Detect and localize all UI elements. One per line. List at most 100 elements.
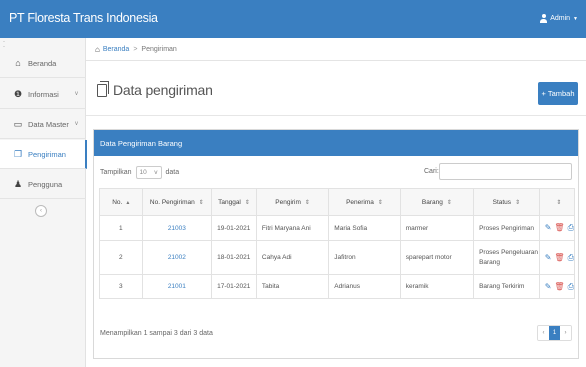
sidebar-collapse-button[interactable]: ‹: [35, 205, 47, 217]
cell-barang: sparepart motor: [399, 240, 475, 275]
cell-barang: marmer: [399, 215, 475, 241]
cell-no-pengiriman: 21001: [141, 274, 213, 299]
info-icon: ❶: [13, 88, 23, 99]
home-icon: ⌂: [95, 44, 100, 54]
add-button-label: Tambah: [547, 89, 575, 98]
caret-down-icon: ▼: [573, 15, 578, 22]
sidebar: · · ⌂ Beranda ❶ Informasi v ▭ Data Master…: [0, 38, 87, 367]
cell-pengirim: Cahya Adi: [255, 240, 330, 275]
page-title-text: Data pengiriman: [113, 82, 213, 98]
column-header-actions[interactable]: ⇕: [538, 188, 576, 216]
sidebar-item-beranda[interactable]: ⌂ Beranda: [0, 49, 86, 78]
cell-penerima: Jafitron: [328, 240, 401, 275]
column-header-no-pengiriman[interactable]: No. Pengiriman ⇕: [141, 188, 213, 216]
page-length-control: Tampilkan 10 v data: [100, 166, 179, 179]
top-navbar: PT Floresta Trans Indonesia Admin ▼: [0, 0, 586, 38]
sidebar-item-informasi[interactable]: ❶ Informasi v: [0, 80, 86, 109]
cell-no: 3: [99, 274, 143, 299]
edit-icon[interactable]: ✎: [545, 282, 552, 292]
cell-no-pengiriman: 21003: [141, 215, 213, 241]
cell-actions: ✎ 🗑 ⎙: [538, 215, 576, 241]
page-length-select[interactable]: 10 v: [135, 166, 162, 179]
sort-icon: ⇕: [446, 199, 452, 206]
page-header: Data pengiriman + Tambah: [86, 61, 586, 116]
edit-icon[interactable]: ✎: [545, 253, 552, 263]
cell-tanggal: 18-01-2021: [211, 240, 257, 275]
breadcrumb: ⌂ Beranda > Pengiriman: [86, 38, 586, 61]
column-header-no[interactable]: No. ▴: [99, 188, 143, 216]
table-header-row: No. ▴ No. Pengiriman ⇕ Tanggal ⇕ Pengirim ⇕ …: [99, 188, 576, 216]
shipment-link[interactable]: 21001: [168, 283, 186, 290]
cell-no: 1: [99, 215, 143, 241]
cell-tanggal: 19-01-2021: [211, 215, 257, 241]
breadcrumb-home-link[interactable]: Beranda: [103, 46, 129, 53]
sidebar-item-label: Informasi: [28, 89, 59, 99]
trash-icon[interactable]: 🗑: [554, 253, 564, 263]
sidebar-item-pengiriman[interactable]: ❐ Pengiriman: [0, 140, 87, 169]
table-row: 3 21001 17-01-2021 Tabita Adrianus keram…: [99, 274, 576, 299]
trash-icon[interactable]: 🗑: [554, 223, 564, 233]
sort-icon: ⇕: [556, 199, 562, 206]
folder-icon: ▭: [13, 118, 23, 129]
document-icon: [97, 81, 109, 97]
breadcrumb-separator: >: [133, 45, 138, 53]
shipment-link[interactable]: 21003: [168, 225, 186, 232]
cell-pengirim: Fitri Maryana Ani: [255, 215, 330, 241]
app-title[interactable]: PT Floresta Trans Indonesia: [9, 11, 158, 25]
pagination-next-button[interactable]: ›: [560, 326, 571, 340]
cell-barang: keramik: [399, 274, 475, 299]
cell-actions: ✎ 🗑 ⎙: [538, 240, 576, 275]
cell-tanggal: 17-01-2021: [211, 274, 257, 299]
sort-icon: ⇕: [198, 199, 204, 206]
user-menu-label: Admin: [550, 15, 571, 22]
breadcrumb-current: Pengiriman: [141, 45, 177, 53]
table-row: 2 21002 18-01-2021 Cahya Adi Jafitron sp…: [99, 240, 576, 275]
print-icon[interactable]: ⎙: [568, 253, 574, 263]
shipments-table: No. ▴ No. Pengiriman ⇕ Tanggal ⇕ Pengirim ⇕ …: [99, 188, 576, 299]
trash-icon[interactable]: 🗑: [554, 282, 564, 292]
sidebar-item-data-master[interactable]: ▭ Data Master v: [0, 110, 86, 139]
pagination-page-button[interactable]: 1: [549, 326, 560, 340]
add-button[interactable]: + Tambah: [538, 82, 578, 105]
chevron-down-icon: v: [154, 169, 158, 176]
user-icon: [540, 14, 548, 23]
table-info: Menampilkan 1 sampai 3 dari 3 data: [100, 330, 213, 337]
sidebar-item-pengguna[interactable]: ♟ Pengguna: [0, 170, 86, 199]
column-header-barang[interactable]: Barang ⇕: [399, 188, 475, 216]
sidebar-item-label: Data Master: [28, 119, 69, 129]
page-length-suffix: data: [165, 169, 180, 176]
pagination-prev-button[interactable]: ‹: [538, 326, 549, 340]
plus-icon: +: [541, 89, 546, 98]
cell-status: Proses Pengiriman: [473, 215, 540, 241]
column-header-pengirim[interactable]: Pengirim ⇕: [255, 188, 330, 216]
sidebar-item-label: Pengiriman: [28, 149, 66, 159]
column-header-tanggal[interactable]: Tanggal ⇕: [211, 188, 257, 216]
table-controls: Tampilkan 10 v data Cari:: [94, 161, 578, 183]
search-label: Cari:: [424, 168, 439, 175]
cell-no-pengiriman: 21002: [141, 240, 213, 275]
cell-status: Barang Terkirim: [473, 274, 540, 299]
shipment-link[interactable]: 21002: [168, 254, 186, 261]
cell-actions: ✎ 🗑 ⎙: [538, 274, 576, 299]
column-header-status[interactable]: Status ⇕: [473, 188, 540, 216]
cell-status: Proses Pengeluaran Barang: [473, 240, 540, 275]
print-icon[interactable]: ⎙: [568, 282, 574, 292]
page-title: Data pengiriman: [97, 81, 213, 98]
sidebar-item-label: Pengguna: [28, 179, 63, 189]
table-row: 1 21003 19-01-2021 Fitri Maryana Ani Mar…: [99, 215, 576, 241]
sidebar-item-label: Beranda: [28, 58, 57, 68]
print-icon[interactable]: ⎙: [568, 223, 574, 233]
edit-icon[interactable]: ✎: [545, 223, 552, 233]
pagination: ‹ 1 ›: [537, 325, 572, 341]
user-menu[interactable]: Admin ▼: [540, 14, 578, 23]
user-icon: ♟: [13, 178, 23, 189]
search-input[interactable]: [439, 163, 572, 180]
page-length-label: Tampilkan: [100, 169, 132, 176]
sort-asc-icon: ▴: [126, 199, 130, 206]
sort-icon: ⇕: [304, 199, 310, 206]
document-icon: ❐: [13, 148, 23, 159]
shipments-panel: Data Pengiriman Barang Tampilkan 10 v da…: [93, 129, 579, 359]
column-header-penerima[interactable]: Penerima ⇕: [328, 188, 401, 216]
panel-title: Data Pengiriman Barang: [94, 130, 578, 156]
home-icon: ⌂: [15, 58, 21, 68]
